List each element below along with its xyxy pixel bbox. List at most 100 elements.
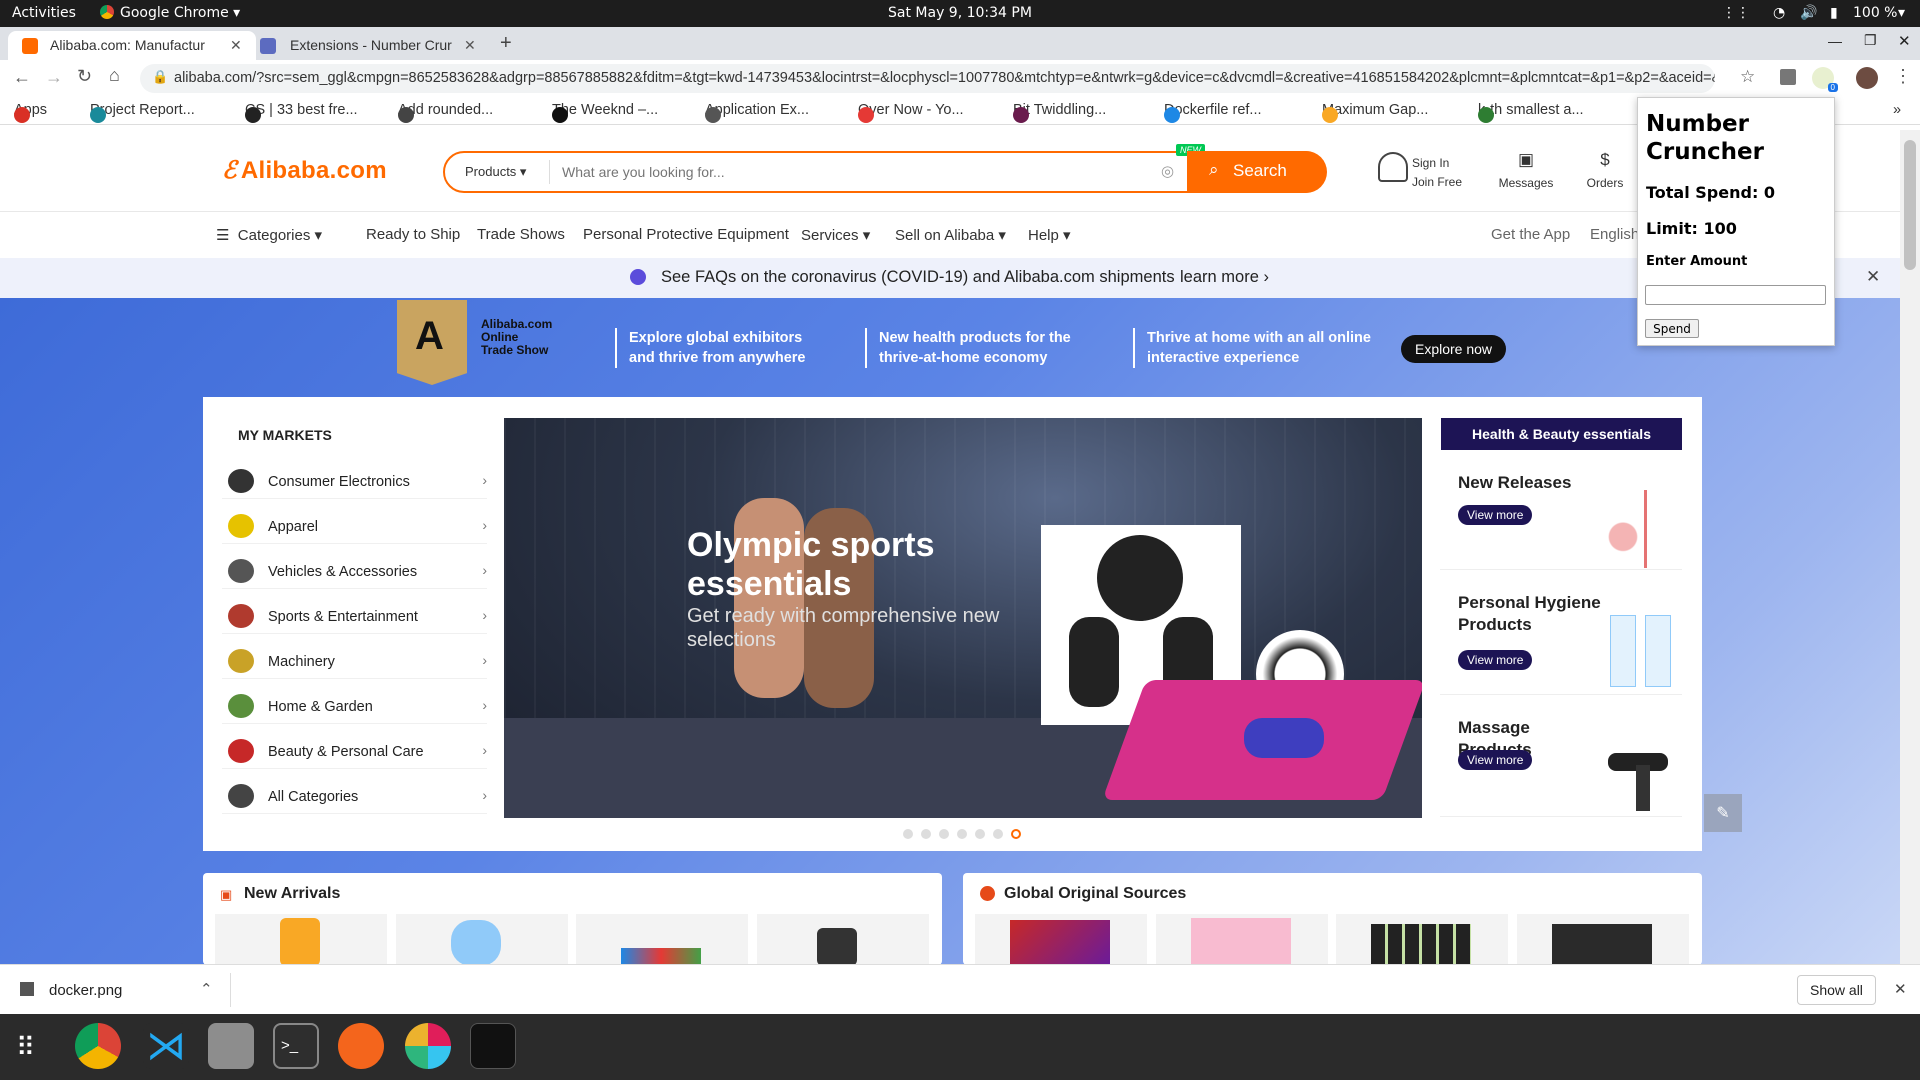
menu-icon[interactable]: ⋮	[1894, 66, 1912, 87]
chrome-dock-icon[interactable]	[75, 1023, 121, 1069]
download-filename[interactable]: docker.png	[49, 982, 122, 999]
nav-ppe[interactable]: Personal Protective Equipment	[583, 226, 789, 243]
orders-link[interactable]: $ Orders	[1580, 150, 1630, 190]
messages-link[interactable]: ▣ Messages	[1496, 150, 1556, 190]
nav-sell[interactable]: Sell on Alibaba ▾	[895, 226, 1006, 244]
carousel-dot[interactable]	[957, 829, 967, 839]
market-item[interactable]: Apparel ›	[222, 508, 487, 544]
app-dock-icon[interactable]	[470, 1023, 516, 1069]
search-button[interactable]: ⌕ Search	[1187, 151, 1327, 193]
nav-ready-to-ship[interactable]: Ready to Ship	[366, 226, 460, 243]
files-dock-icon[interactable]	[208, 1023, 254, 1069]
join-free-text[interactable]: Join Free	[1412, 173, 1462, 192]
system-menu-icon[interactable]: ▾	[1898, 5, 1905, 21]
product-thumb[interactable]	[757, 914, 929, 966]
close-tab-icon[interactable]: ✕	[230, 37, 242, 54]
home-icon[interactable]: ⌂	[109, 65, 120, 86]
product-thumb[interactable]	[1336, 914, 1508, 966]
restore-icon[interactable]: ❐	[1864, 32, 1877, 49]
bookmark-item[interactable]: Over Now - Yo...	[858, 102, 964, 123]
bookmark-item[interactable]: Project Report...	[90, 102, 195, 123]
page-scrollbar[interactable]	[1900, 130, 1920, 964]
health-beauty-header[interactable]: Health & Beauty essentials	[1441, 418, 1682, 450]
nav-services[interactable]: Services ▾	[801, 226, 870, 244]
reload-icon[interactable]: ↻	[77, 66, 92, 87]
address-bar[interactable]: 🔒 alibaba.com/?src=sem_ggl&cmpgn=8652583…	[140, 64, 1715, 93]
bookmark-item[interactable]: Maximum Gap...	[1322, 102, 1428, 123]
view-more-button[interactable]: View more	[1458, 650, 1533, 670]
language-select[interactable]: English	[1590, 226, 1639, 243]
close-download-bar-icon[interactable]: ✕	[1894, 980, 1907, 998]
market-item[interactable]: All Categories ›	[222, 778, 487, 814]
tab-alibaba[interactable]: Alibaba.com: Manufactur ✕	[8, 31, 256, 60]
section-title[interactable]: New Arrivals	[244, 885, 340, 903]
card-new-releases[interactable]: New Releases View more	[1440, 460, 1682, 570]
more-bookmarks-icon[interactable]: »	[1893, 102, 1901, 118]
categories-menu[interactable]: ☰ Categories ▾	[216, 226, 322, 244]
bookmark-item[interactable]: CS | 33 best fre...	[245, 102, 358, 123]
bookmark-item[interactable]: Bit Twiddling...	[1013, 102, 1106, 123]
carousel-dot[interactable]	[1011, 829, 1021, 839]
card-massage-products[interactable]: Massage Products View more	[1440, 705, 1682, 817]
minimize-icon[interactable]: —	[1828, 33, 1842, 49]
battery-icon[interactable]: ▮	[1830, 5, 1838, 21]
explore-now-button[interactable]: Explore now	[1401, 335, 1507, 363]
hero-carousel[interactable]: Olympic sports essentials Get ready with…	[504, 418, 1422, 818]
bookmark-item[interactable]: Apps	[14, 102, 47, 123]
app-grid-icon[interactable]: ⠿	[16, 1032, 35, 1063]
amount-input[interactable]	[1645, 285, 1826, 305]
bookmark-item[interactable]: Application Ex...	[705, 102, 809, 123]
alibaba-logo[interactable]: ℰ Alibaba.com	[222, 156, 387, 185]
market-item[interactable]: Sports & Entertainment ›	[222, 598, 487, 634]
market-item[interactable]: Beauty & Personal Care ›	[222, 733, 487, 769]
product-thumb[interactable]	[1517, 914, 1689, 966]
nav-trade-shows[interactable]: Trade Shows	[477, 226, 565, 243]
carousel-dot[interactable]	[903, 829, 913, 839]
search-category-select[interactable]: Products ▾	[465, 164, 526, 180]
feedback-icon[interactable]: ✎	[1704, 794, 1742, 832]
view-more-button[interactable]: View more	[1458, 750, 1533, 770]
carousel-dot[interactable]	[921, 829, 931, 839]
vscode-dock-icon[interactable]: ⋊	[143, 1023, 189, 1069]
activities-button[interactable]: Activities	[12, 5, 76, 21]
bookmark-star-icon[interactable]: ☆	[1740, 67, 1755, 87]
postman-dock-icon[interactable]	[338, 1023, 384, 1069]
sign-in-text[interactable]: Sign In	[1412, 154, 1462, 173]
section-title[interactable]: Global Original Sources	[1004, 885, 1186, 903]
back-icon[interactable]: ←	[13, 67, 31, 88]
spend-button[interactable]: Spend	[1645, 319, 1699, 338]
bookmark-item[interactable]: Add rounded...	[398, 102, 493, 123]
forward-icon[interactable]: →	[45, 67, 63, 88]
app-menu[interactable]: Google Chrome ▾	[100, 5, 240, 21]
product-thumb[interactable]	[215, 914, 387, 966]
volume-icon[interactable]: 🔊	[1800, 5, 1817, 21]
bookmark-item[interactable]: Dockerfile ref...	[1164, 102, 1262, 123]
network-icon[interactable]: ⋮⋮	[1722, 5, 1750, 21]
close-tab-icon[interactable]: ✕	[464, 37, 476, 54]
close-window-icon[interactable]: ✕	[1898, 32, 1911, 50]
close-notice-icon[interactable]: ✕	[1866, 267, 1880, 287]
scroll-thumb[interactable]	[1904, 140, 1916, 270]
card-personal-hygiene[interactable]: Personal Hygiene Products View more	[1440, 580, 1682, 695]
learn-more-link[interactable]: learn more ›	[1180, 268, 1269, 287]
new-tab-icon[interactable]: +	[500, 32, 512, 55]
show-all-button[interactable]: Show all	[1797, 975, 1876, 1005]
user-icon[interactable]	[1378, 152, 1408, 182]
terminal-dock-icon[interactable]: >_	[273, 1023, 319, 1069]
product-thumb[interactable]	[975, 914, 1147, 966]
extension-icon[interactable]	[1780, 69, 1796, 85]
get-the-app-link[interactable]: Get the App	[1491, 226, 1570, 243]
camera-icon[interactable]: ◎	[1161, 162, 1174, 180]
market-item[interactable]: Machinery ›	[222, 643, 487, 679]
clock[interactable]: Sat May 9, 10:34 PM	[888, 5, 1032, 21]
product-thumb[interactable]	[1156, 914, 1328, 966]
sign-in-link[interactable]: Sign In Join Free	[1412, 154, 1462, 192]
market-item[interactable]: Home & Garden ›	[222, 688, 487, 724]
download-options-icon[interactable]: ⌃	[200, 980, 213, 998]
carousel-dot[interactable]	[939, 829, 949, 839]
carousel-dot[interactable]	[993, 829, 1003, 839]
profile-avatar[interactable]	[1856, 67, 1878, 89]
bookmark-item[interactable]: The Weeknd –...	[552, 102, 658, 123]
product-thumb[interactable]	[396, 914, 568, 966]
wifi-icon[interactable]: ◔	[1773, 5, 1785, 21]
